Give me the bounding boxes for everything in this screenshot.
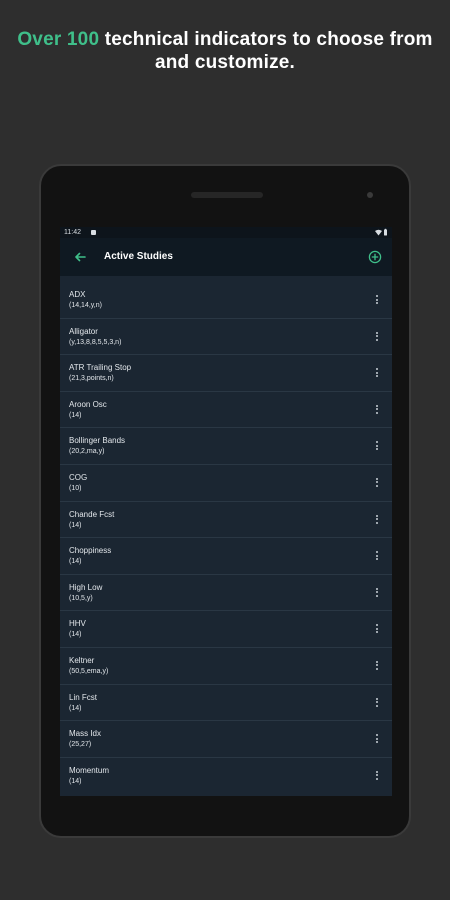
study-name: Momentum — [69, 765, 110, 775]
app-screen: 11:42 Active Studies ADX (14,14,y,n) All… — [60, 227, 392, 796]
study-name: Keltner — [69, 655, 95, 665]
study-name: High Low — [69, 582, 103, 592]
more-vert-icon[interactable] — [374, 514, 380, 526]
study-row-1[interactable]: Alligator (y,13,8,8,5,5,3,n) — [60, 319, 392, 356]
more-vert-icon[interactable] — [374, 770, 380, 782]
study-row-0[interactable]: ADX (14,14,y,n) — [60, 282, 392, 319]
study-params: (14,14,y,n) — [69, 302, 102, 309]
more-vert-icon[interactable] — [374, 367, 380, 379]
wifi-battery-icon — [375, 228, 387, 236]
more-vert-icon[interactable] — [374, 733, 380, 745]
study-row-8[interactable]: High Low (10,5,y) — [60, 575, 392, 612]
status-icons — [374, 227, 389, 238]
study-row-12[interactable]: Mass Idx (25,27) — [60, 721, 392, 758]
study-row-9[interactable]: HHV (14) — [60, 611, 392, 648]
study-name: ATR Trailing Stop — [69, 363, 132, 373]
more-vert-icon[interactable] — [374, 477, 380, 489]
study-name: COG — [69, 472, 88, 482]
study-name: Lin Fcst — [69, 692, 98, 702]
study-params: (50,5,ema,y) — [69, 667, 109, 675]
more-vert-icon[interactable] — [374, 404, 380, 416]
study-row-13[interactable]: Momentum (14) — [60, 758, 392, 795]
study-row-3[interactable]: Aroon Osc (14) — [60, 392, 392, 429]
study-name: Alligator — [69, 326, 98, 336]
more-vert-icon[interactable] — [374, 550, 380, 562]
studies-list: ADX (14,14,y,n) Alligator (y,13,8,8,5,5,… — [60, 276, 392, 794]
study-params: (10) — [69, 484, 82, 492]
study-name: ADX — [69, 290, 86, 299]
more-vert-icon[interactable] — [374, 331, 380, 343]
more-vert-icon[interactable] — [374, 697, 380, 709]
study-name: HHV — [69, 619, 86, 629]
study-params: (20,2,ma,y) — [69, 448, 105, 456]
study-row-6[interactable]: Chande Fcst (14) — [60, 502, 392, 539]
notification-icon — [91, 230, 96, 235]
more-vert-icon[interactable] — [374, 587, 380, 599]
study-row-5[interactable]: COG (10) — [60, 465, 392, 502]
study-params: (14) — [69, 777, 82, 785]
study-row-11[interactable]: Lin Fcst (14) — [60, 685, 392, 722]
back-arrow-icon[interactable] — [72, 249, 88, 265]
study-row-7[interactable]: Choppiness (14) — [60, 538, 392, 575]
status-time: 11:42 — [64, 229, 81, 236]
study-name: Chande Fcst — [69, 509, 115, 519]
study-name: Choppiness — [69, 546, 112, 556]
status-bar: 11:42 — [60, 227, 392, 238]
study-params: (y,13,8,8,5,5,3,n) — [69, 338, 122, 346]
headline-accent: Over 100 — [17, 29, 100, 50]
study-params: (10,5,y) — [69, 594, 93, 602]
study-row-2[interactable]: ATR Trailing Stop (21,3,points,n) — [60, 355, 392, 392]
study-row-4[interactable]: Bollinger Bands (20,2,ma,y) — [60, 428, 392, 465]
study-params: (14) — [69, 704, 82, 712]
add-study-icon[interactable] — [368, 250, 382, 264]
more-vert-icon[interactable] — [374, 294, 380, 306]
study-params: (21,3,points,n) — [69, 375, 114, 383]
study-row-10[interactable]: Keltner (50,5,ema,y) — [60, 648, 392, 685]
more-vert-icon[interactable] — [374, 623, 380, 635]
study-params: (14) — [69, 521, 82, 529]
app-bar: Active Studies — [60, 238, 392, 276]
camera-icon — [367, 192, 373, 198]
study-params: (25,27) — [69, 741, 92, 749]
more-vert-icon[interactable] — [374, 660, 380, 672]
study-params: (14) — [69, 411, 82, 419]
study-params: (14) — [69, 558, 82, 566]
speaker-grille — [191, 192, 263, 198]
study-name: Bollinger Bands — [69, 436, 126, 446]
more-vert-icon[interactable] — [374, 440, 380, 452]
study-name: Aroon Osc — [69, 399, 107, 409]
headline: Over 100 technical indicators to choose … — [0, 28, 450, 74]
tablet-frame: 11:42 Active Studies ADX (14,14,y,n) All… — [39, 164, 411, 838]
study-params: (14) — [69, 631, 82, 639]
headline-text: technical indicators to choose from and … — [99, 29, 433, 73]
page-title: Active Studies — [104, 251, 173, 262]
study-name: Mass Idx — [69, 729, 102, 739]
